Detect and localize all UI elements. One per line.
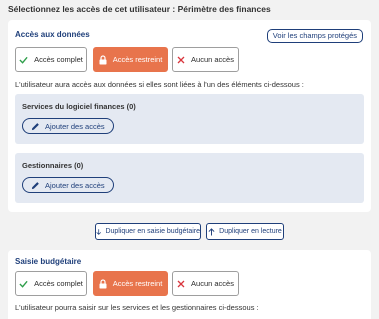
managers-panel-title: Gestionnaires (0) — [22, 161, 84, 170]
pencil-icon — [31, 122, 39, 130]
lock-icon — [99, 54, 107, 64]
budget-entry-full-label: Accès complet — [34, 279, 83, 288]
data-access-full-label: Accès complet — [34, 55, 83, 64]
arrow-down-icon — [96, 228, 102, 235]
budget-entry-description: L'utilisateur pourra saisir sur les serv… — [15, 303, 259, 312]
page-title: Sélectionnez les accès de cet utilisateu… — [8, 4, 271, 14]
close-icon — [177, 280, 185, 287]
data-access-title: Accès aux données — [15, 30, 90, 39]
services-add-access-button[interactable]: Ajouter des accès — [22, 118, 114, 134]
budget-entry-card: Saisie budgétaire Accès complet Accès re… — [8, 250, 371, 319]
budget-entry-full-option[interactable]: Accès complet — [15, 271, 87, 296]
budget-entry-restricted-label: Accès restreint — [112, 279, 163, 288]
duplicate-read-button[interactable]: Dupliquer en lecture — [206, 223, 284, 240]
close-icon — [177, 56, 185, 63]
lock-icon — [99, 278, 107, 288]
managers-add-access-button[interactable]: Ajouter des accès — [22, 177, 114, 193]
data-access-description: L'utilisateur aura accès aux données si … — [15, 80, 304, 89]
duplicate-budget-label: Dupliquer en saisie budgétaire — [105, 228, 200, 235]
data-access-restricted-option[interactable]: Accès restreint — [93, 47, 168, 72]
data-access-none-label: Aucun accès — [191, 55, 234, 64]
services-add-access-label: Ajouter des accès — [45, 121, 105, 131]
check-icon — [19, 56, 28, 64]
pencil-icon — [31, 181, 39, 189]
services-panel: Services du logiciel finances (0) Ajoute… — [15, 94, 364, 144]
duplicate-read-label: Dupliquer en lecture — [219, 228, 282, 235]
budget-entry-none-option[interactable]: Aucun accès — [172, 271, 239, 296]
services-panel-title: Services du logiciel finances (0) — [22, 102, 136, 111]
data-access-none-option[interactable]: Aucun accès — [172, 47, 239, 72]
duplicate-budget-button[interactable]: Dupliquer en saisie budgétaire — [95, 223, 201, 240]
data-access-full-option[interactable]: Accès complet — [15, 47, 87, 72]
budget-entry-title: Saisie budgétaire — [15, 257, 82, 266]
arrow-up-icon — [208, 227, 215, 235]
managers-add-access-label: Ajouter des accès — [45, 180, 105, 190]
show-protected-fields-button[interactable]: Voir les champs protégés — [266, 29, 363, 43]
page: Sélectionnez les accès de cet utilisateu… — [0, 0, 379, 319]
managers-panel: Gestionnaires (0) Ajouter des accès — [15, 153, 364, 203]
budget-entry-none-label: Aucun accès — [191, 279, 234, 288]
data-access-card: Accès aux données Voir les champs protég… — [8, 20, 371, 212]
budget-entry-restricted-option[interactable]: Accès restreint — [93, 271, 168, 296]
check-icon — [19, 280, 28, 288]
data-access-restricted-label: Accès restreint — [112, 55, 163, 64]
